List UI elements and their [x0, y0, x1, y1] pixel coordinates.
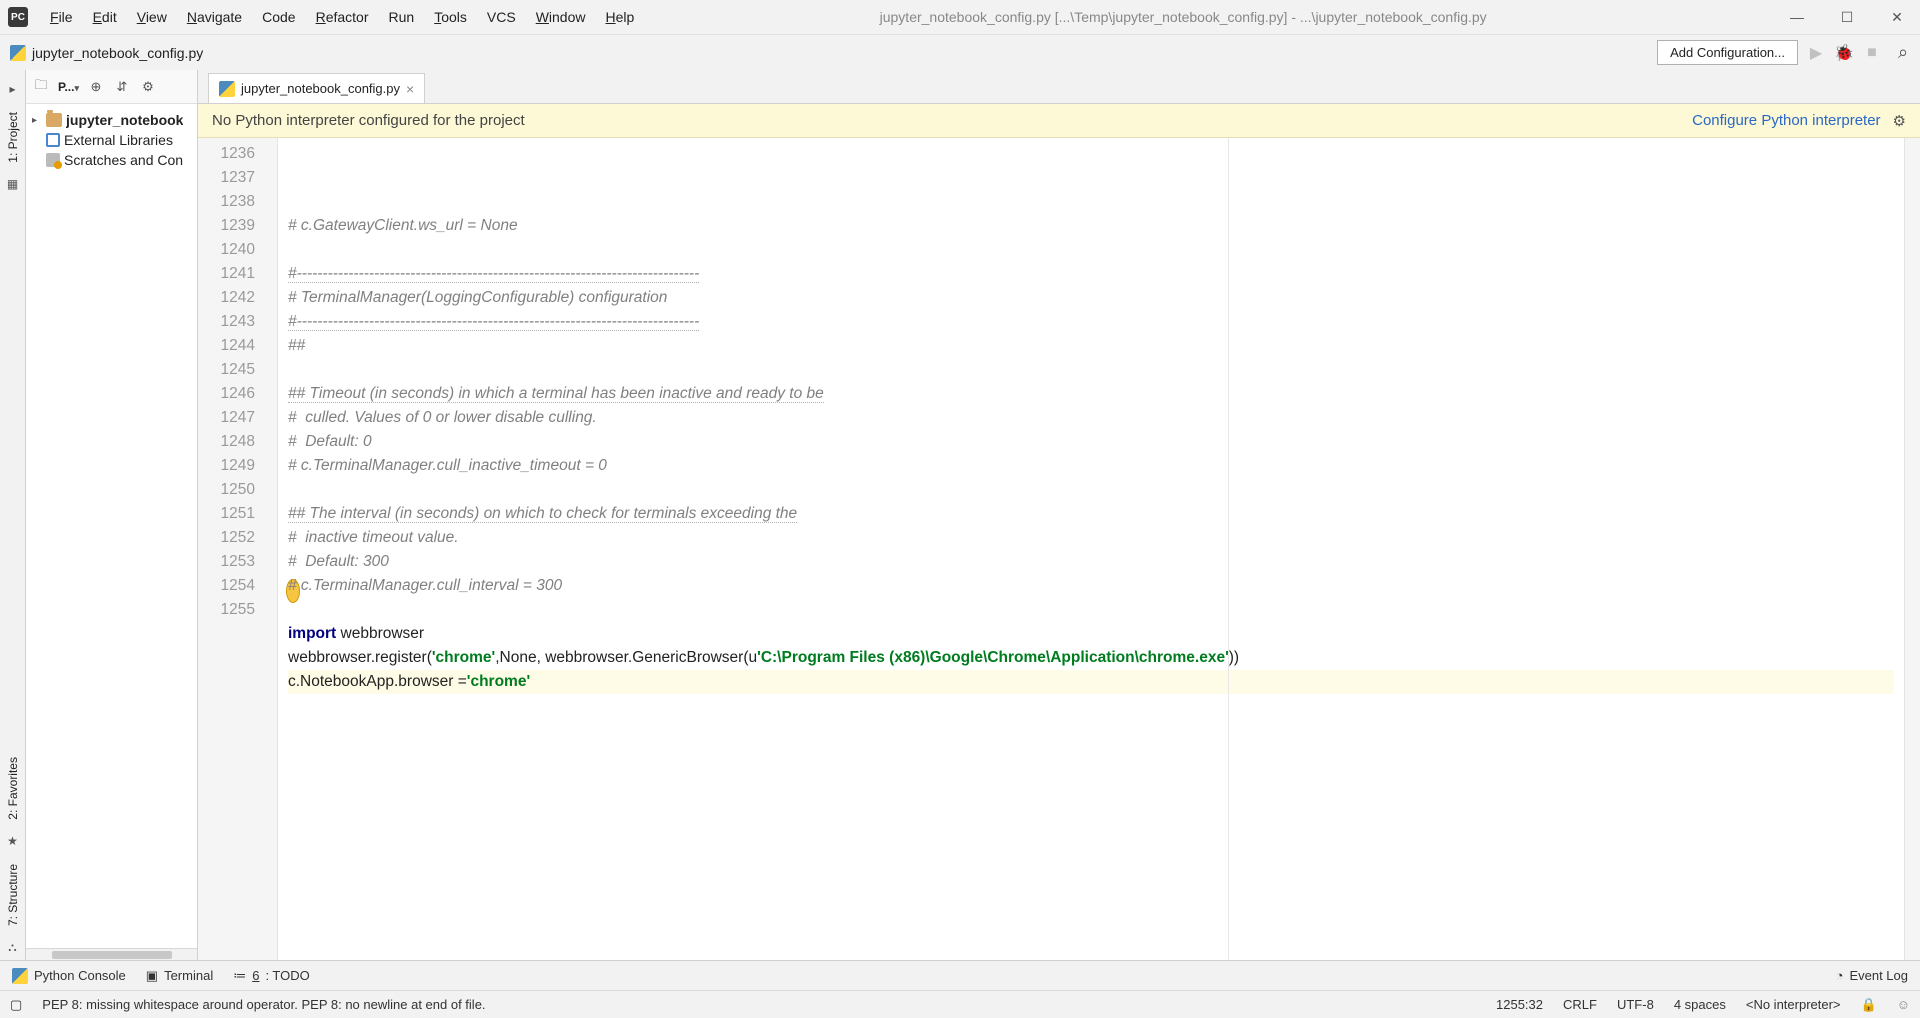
terminal-icon: ▣: [146, 968, 158, 984]
menu-run[interactable]: Run: [379, 9, 425, 25]
python-file-icon: [219, 81, 235, 97]
status-line-sep[interactable]: CRLF: [1563, 997, 1597, 1012]
tree-external-row[interactable]: External Libraries: [26, 130, 197, 150]
breadcrumb-file: jupyter_notebook_config.py: [32, 45, 203, 61]
status-box-icon[interactable]: ▢: [10, 997, 22, 1013]
editor-tab-active[interactable]: jupyter_notebook_config.py ×: [208, 73, 425, 103]
code-editor[interactable]: 1236123712381239124012411242124312441245…: [198, 138, 1920, 960]
status-caret-pos[interactable]: 1255:32: [1496, 997, 1543, 1012]
breadcrumb[interactable]: jupyter_notebook_config.py: [10, 45, 1657, 61]
status-interpreter[interactable]: <No interpreter>: [1746, 997, 1841, 1012]
project-scroll-thumb[interactable]: [52, 951, 172, 959]
terminal-tab[interactable]: ▣Terminal: [146, 968, 213, 984]
debug-icon[interactable]: 🐞: [1834, 43, 1854, 63]
status-indent[interactable]: 4 spaces: [1674, 997, 1726, 1012]
status-encoding[interactable]: UTF-8: [1617, 997, 1654, 1012]
notification-message: No Python interpreter configured for the…: [212, 112, 525, 129]
project-tool-tab[interactable]: 1: Project: [6, 108, 20, 167]
event-log-tab[interactable]: ◔Event Log: [1836, 968, 1908, 983]
search-icon[interactable]: ⌕: [1890, 43, 1910, 63]
library-icon: [46, 133, 60, 147]
scratches-icon: [46, 153, 60, 167]
tree-root-row[interactable]: ▸ jupyter_notebook: [26, 110, 197, 130]
minimize-button[interactable]: —: [1782, 9, 1812, 26]
notification-gear-icon[interactable]: ⚙: [1893, 112, 1906, 130]
window-title: jupyter_notebook_config.py [...\Temp\jup…: [644, 9, 1782, 25]
editor-area: jupyter_notebook_config.py × No Python i…: [198, 70, 1920, 960]
menu-bar: PC File Edit View Navigate Code Refactor…: [0, 0, 1920, 34]
python-icon: [12, 968, 28, 984]
project-tree[interactable]: ▸ jupyter_notebook External Libraries Sc…: [26, 104, 197, 176]
maximize-button[interactable]: ☐: [1832, 9, 1862, 26]
navigation-bar: jupyter_notebook_config.py Add Configura…: [0, 34, 1920, 70]
status-hector-icon[interactable]: ☺: [1897, 997, 1910, 1012]
todo-tab[interactable]: ≔6: TODO: [233, 968, 310, 984]
menu-edit[interactable]: Edit: [83, 9, 127, 25]
tree-root-label: jupyter_notebook: [66, 112, 183, 128]
menu-navigate[interactable]: Navigate: [177, 9, 252, 25]
todo-icon: ≔: [233, 968, 246, 984]
favorites-star-icon[interactable]: ★: [5, 834, 21, 850]
python-console-tab[interactable]: Python Console: [12, 968, 126, 984]
editor-tabs: jupyter_notebook_config.py ×: [198, 70, 1920, 104]
project-panel: 🗀 P...▾ ⊕ ⇵ ⚙ ▸ jupyter_notebook Externa…: [26, 70, 198, 960]
event-log-icon: ◔: [1836, 968, 1844, 983]
tree-scratches-label: Scratches and Con: [64, 152, 183, 168]
tab-label: jupyter_notebook_config.py: [241, 81, 400, 96]
folder-icon: 🗀: [32, 78, 50, 96]
project-view-combo[interactable]: P...▾: [58, 80, 79, 94]
interpreter-notification: No Python interpreter configured for the…: [198, 104, 1920, 138]
stop-icon[interactable]: ■: [1862, 43, 1882, 63]
tree-scratches-row[interactable]: Scratches and Con: [26, 150, 197, 170]
project-tool-icon[interactable]: ▸: [5, 82, 21, 98]
collapse-icon[interactable]: ⇵: [113, 78, 131, 96]
tree-external-label: External Libraries: [64, 132, 173, 148]
status-lock-icon[interactable]: 🔒: [1861, 997, 1877, 1013]
line-number-gutter: 1236123712381239124012411242124312441245…: [198, 138, 278, 960]
menu-vcs[interactable]: VCS: [477, 9, 526, 25]
folder-icon: [46, 113, 62, 127]
structure-icon[interactable]: ⛬: [5, 940, 21, 956]
menu-window[interactable]: Window: [526, 9, 596, 25]
menu-view[interactable]: View: [127, 9, 177, 25]
menu-tools[interactable]: Tools: [424, 9, 477, 25]
close-button[interactable]: ✕: [1882, 9, 1912, 26]
structure-tool-tab[interactable]: 7: Structure: [6, 860, 20, 930]
project-toolbar: 🗀 P...▾ ⊕ ⇵ ⚙: [26, 70, 197, 104]
menu-file[interactable]: File: [40, 9, 83, 25]
expand-icon[interactable]: ▸: [32, 115, 46, 126]
status-message: PEP 8: missing whitespace around operato…: [42, 997, 1476, 1012]
project-struct-icon[interactable]: ▦: [5, 177, 21, 193]
settings-gear-icon[interactable]: ⚙: [139, 78, 157, 96]
run-icon[interactable]: ▶: [1806, 43, 1826, 63]
bottom-tool-bar: Python Console ▣Terminal ≔6: TODO ◔Event…: [0, 960, 1920, 990]
configure-interpreter-link[interactable]: Configure Python interpreter: [1692, 112, 1880, 129]
window-controls: — ☐ ✕: [1782, 9, 1912, 26]
menu-code[interactable]: Code: [252, 9, 305, 25]
favorites-tool-tab[interactable]: 2: Favorites: [6, 753, 20, 824]
menu-refactor[interactable]: Refactor: [306, 9, 379, 25]
app-logo: PC: [8, 7, 28, 27]
tab-close-icon[interactable]: ×: [406, 81, 414, 97]
python-file-icon: [10, 45, 26, 61]
status-bar: ▢ PEP 8: missing whitespace around opera…: [0, 990, 1920, 1018]
add-configuration-button[interactable]: Add Configuration...: [1657, 40, 1798, 65]
editor-right-stripe[interactable]: [1904, 138, 1920, 960]
code-content[interactable]: # c.GatewayClient.ws_url = None#--------…: [278, 138, 1904, 960]
locate-target-icon[interactable]: ⊕: [87, 78, 105, 96]
left-tool-gutter: ▸ 1: Project ▦ 2: Favorites ★ 7: Structu…: [0, 70, 26, 960]
menu-help[interactable]: Help: [596, 9, 645, 25]
